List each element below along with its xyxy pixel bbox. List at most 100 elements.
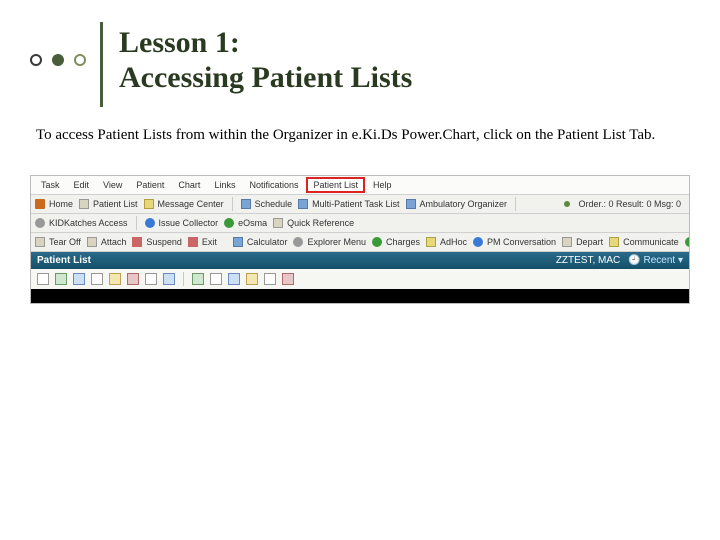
tearoff-icon: [35, 237, 45, 247]
task-icon: [298, 199, 308, 209]
menu-patient-list[interactable]: Patient List: [306, 177, 365, 193]
attach-icon: [87, 237, 97, 247]
toolbar-separator: [136, 216, 137, 230]
book-icon: [273, 218, 283, 228]
menu-view[interactable]: View: [97, 177, 128, 193]
tool-icon[interactable]: [228, 273, 240, 285]
suspend-button[interactable]: Suspend: [132, 237, 182, 247]
depart-label: Depart: [576, 237, 603, 247]
gear-icon: [35, 218, 45, 228]
pharmacy-icon: [685, 237, 689, 247]
toolbar-row-3: Tear Off Attach Suspend Exit Calculator …: [31, 233, 689, 252]
calculator-icon: [233, 237, 243, 247]
recent-dropdown[interactable]: 🕘 Recent ▾: [628, 255, 683, 266]
tearoff-button[interactable]: Tear Off: [35, 237, 81, 247]
panel-title: Patient List: [37, 255, 91, 266]
decorative-bullets: [30, 22, 86, 66]
explorer-menu-button[interactable]: Explorer Menu: [293, 237, 366, 247]
eosma-icon: [224, 218, 234, 228]
charges-button[interactable]: Charges: [372, 237, 420, 247]
status-area: Order.: 0 Result: 0 Msg: 0: [564, 199, 685, 209]
kidkatches-button[interactable]: KIDKatches Access: [35, 218, 128, 228]
kidkatches-label: KIDKatches Access: [49, 218, 128, 228]
adhoc-icon: [426, 237, 436, 247]
depart-icon: [562, 237, 572, 247]
tool-icon[interactable]: [127, 273, 139, 285]
status-icon: [564, 201, 570, 207]
communicate-button[interactable]: Communicate: [609, 237, 679, 247]
patient-list-button[interactable]: Patient List: [79, 199, 138, 209]
pm-conversation-button[interactable]: PM Conversation: [473, 237, 556, 247]
ambulatory-organizer-button[interactable]: Ambulatory Organizer: [406, 199, 508, 209]
suspend-label: Suspend: [146, 237, 182, 247]
title-block: Lesson 1: Accessing Patient Lists: [100, 22, 412, 107]
menu-chart[interactable]: Chart: [172, 177, 206, 193]
charges-icon: [372, 237, 382, 247]
communicate-label: Communicate: [623, 237, 679, 247]
exit-icon: [188, 237, 198, 247]
schedule-button[interactable]: Schedule: [241, 199, 293, 209]
slide: Lesson 1: Accessing Patient Lists To acc…: [0, 0, 720, 540]
tool-icon[interactable]: [163, 273, 175, 285]
attach-button[interactable]: Attach: [87, 237, 127, 247]
title-line-2: Accessing Patient Lists: [119, 61, 412, 94]
eosma-label: eOsma: [238, 218, 267, 228]
tearoff-label: Tear Off: [49, 237, 81, 247]
toolbar-separator: [515, 197, 516, 211]
tool-icon[interactable]: [192, 273, 204, 285]
amb-org-label: Ambulatory Organizer: [420, 199, 508, 209]
bullet-icon: [52, 54, 64, 66]
exit-button[interactable]: Exit: [188, 237, 217, 247]
body-paragraph: To access Patient Lists from within the …: [30, 125, 690, 145]
menu-notifications[interactable]: Notifications: [243, 177, 304, 193]
calculator-button[interactable]: Calculator: [233, 237, 288, 247]
multi-patient-task-button[interactable]: Multi-Patient Task List: [298, 199, 399, 209]
tool-icon[interactable]: [73, 273, 85, 285]
menu-patient[interactable]: Patient: [130, 177, 170, 193]
communicate-icon: [609, 237, 619, 247]
adhoc-button[interactable]: AdHoc: [426, 237, 467, 247]
list-icon: [79, 199, 89, 209]
recent-label: Recent: [644, 255, 676, 266]
toolbar-row-2: KIDKatches Access Issue Collector eOsma …: [31, 214, 689, 233]
tool-icon[interactable]: [246, 273, 258, 285]
patient-list-label: Patient List: [93, 199, 138, 209]
bullet-icon: [74, 54, 86, 66]
panel-titlebar: Patient List ZZTEST, MAC 🕘 Recent ▾: [31, 252, 689, 269]
issue-collector-button[interactable]: Issue Collector: [145, 218, 219, 228]
tool-icon[interactable]: [91, 273, 103, 285]
bullet-icon: [30, 54, 42, 66]
menubar: Task Edit View Patient Chart Links Notif…: [31, 176, 689, 195]
home-button[interactable]: Home: [35, 199, 73, 209]
tool-icon[interactable]: [210, 273, 222, 285]
header: Lesson 1: Accessing Patient Lists: [30, 22, 690, 107]
quick-reference-button[interactable]: Quick Reference: [273, 218, 354, 228]
content-area-collapsed: [31, 289, 689, 303]
page-title: Lesson 1: Accessing Patient Lists: [119, 26, 412, 95]
app-screenshot: Task Edit View Patient Chart Links Notif…: [30, 175, 690, 304]
tool-icon[interactable]: [55, 273, 67, 285]
tool-icon[interactable]: [282, 273, 294, 285]
multi-task-label: Multi-Patient Task List: [312, 199, 399, 209]
menu-task[interactable]: Task: [35, 177, 66, 193]
issue-icon: [145, 218, 155, 228]
tool-icon[interactable]: [37, 273, 49, 285]
tool-icon[interactable]: [145, 273, 157, 285]
user-name-label: ZZTEST, MAC: [556, 255, 620, 266]
status-text: Order.: 0 Result: 0 Msg: 0: [578, 199, 681, 209]
menu-help[interactable]: Help: [367, 177, 398, 193]
issue-label: Issue Collector: [159, 218, 219, 228]
menu-edit[interactable]: Edit: [68, 177, 96, 193]
menu-links[interactable]: Links: [208, 177, 241, 193]
depart-button[interactable]: Depart: [562, 237, 603, 247]
calculator-label: Calculator: [247, 237, 288, 247]
exit-label: Exit: [202, 237, 217, 247]
organizer-icon: [406, 199, 416, 209]
tool-icon[interactable]: [109, 273, 121, 285]
eosma-button[interactable]: eOsma: [224, 218, 267, 228]
tool-icon[interactable]: [264, 273, 276, 285]
panel-toolbar: [31, 269, 689, 289]
message-center-button[interactable]: Message Center: [144, 199, 224, 209]
patient-pharmacy-button[interactable]: Patient Pharmacy: [685, 237, 689, 247]
toolbar-row-1: Home Patient List Message Center Schedul…: [31, 195, 689, 214]
